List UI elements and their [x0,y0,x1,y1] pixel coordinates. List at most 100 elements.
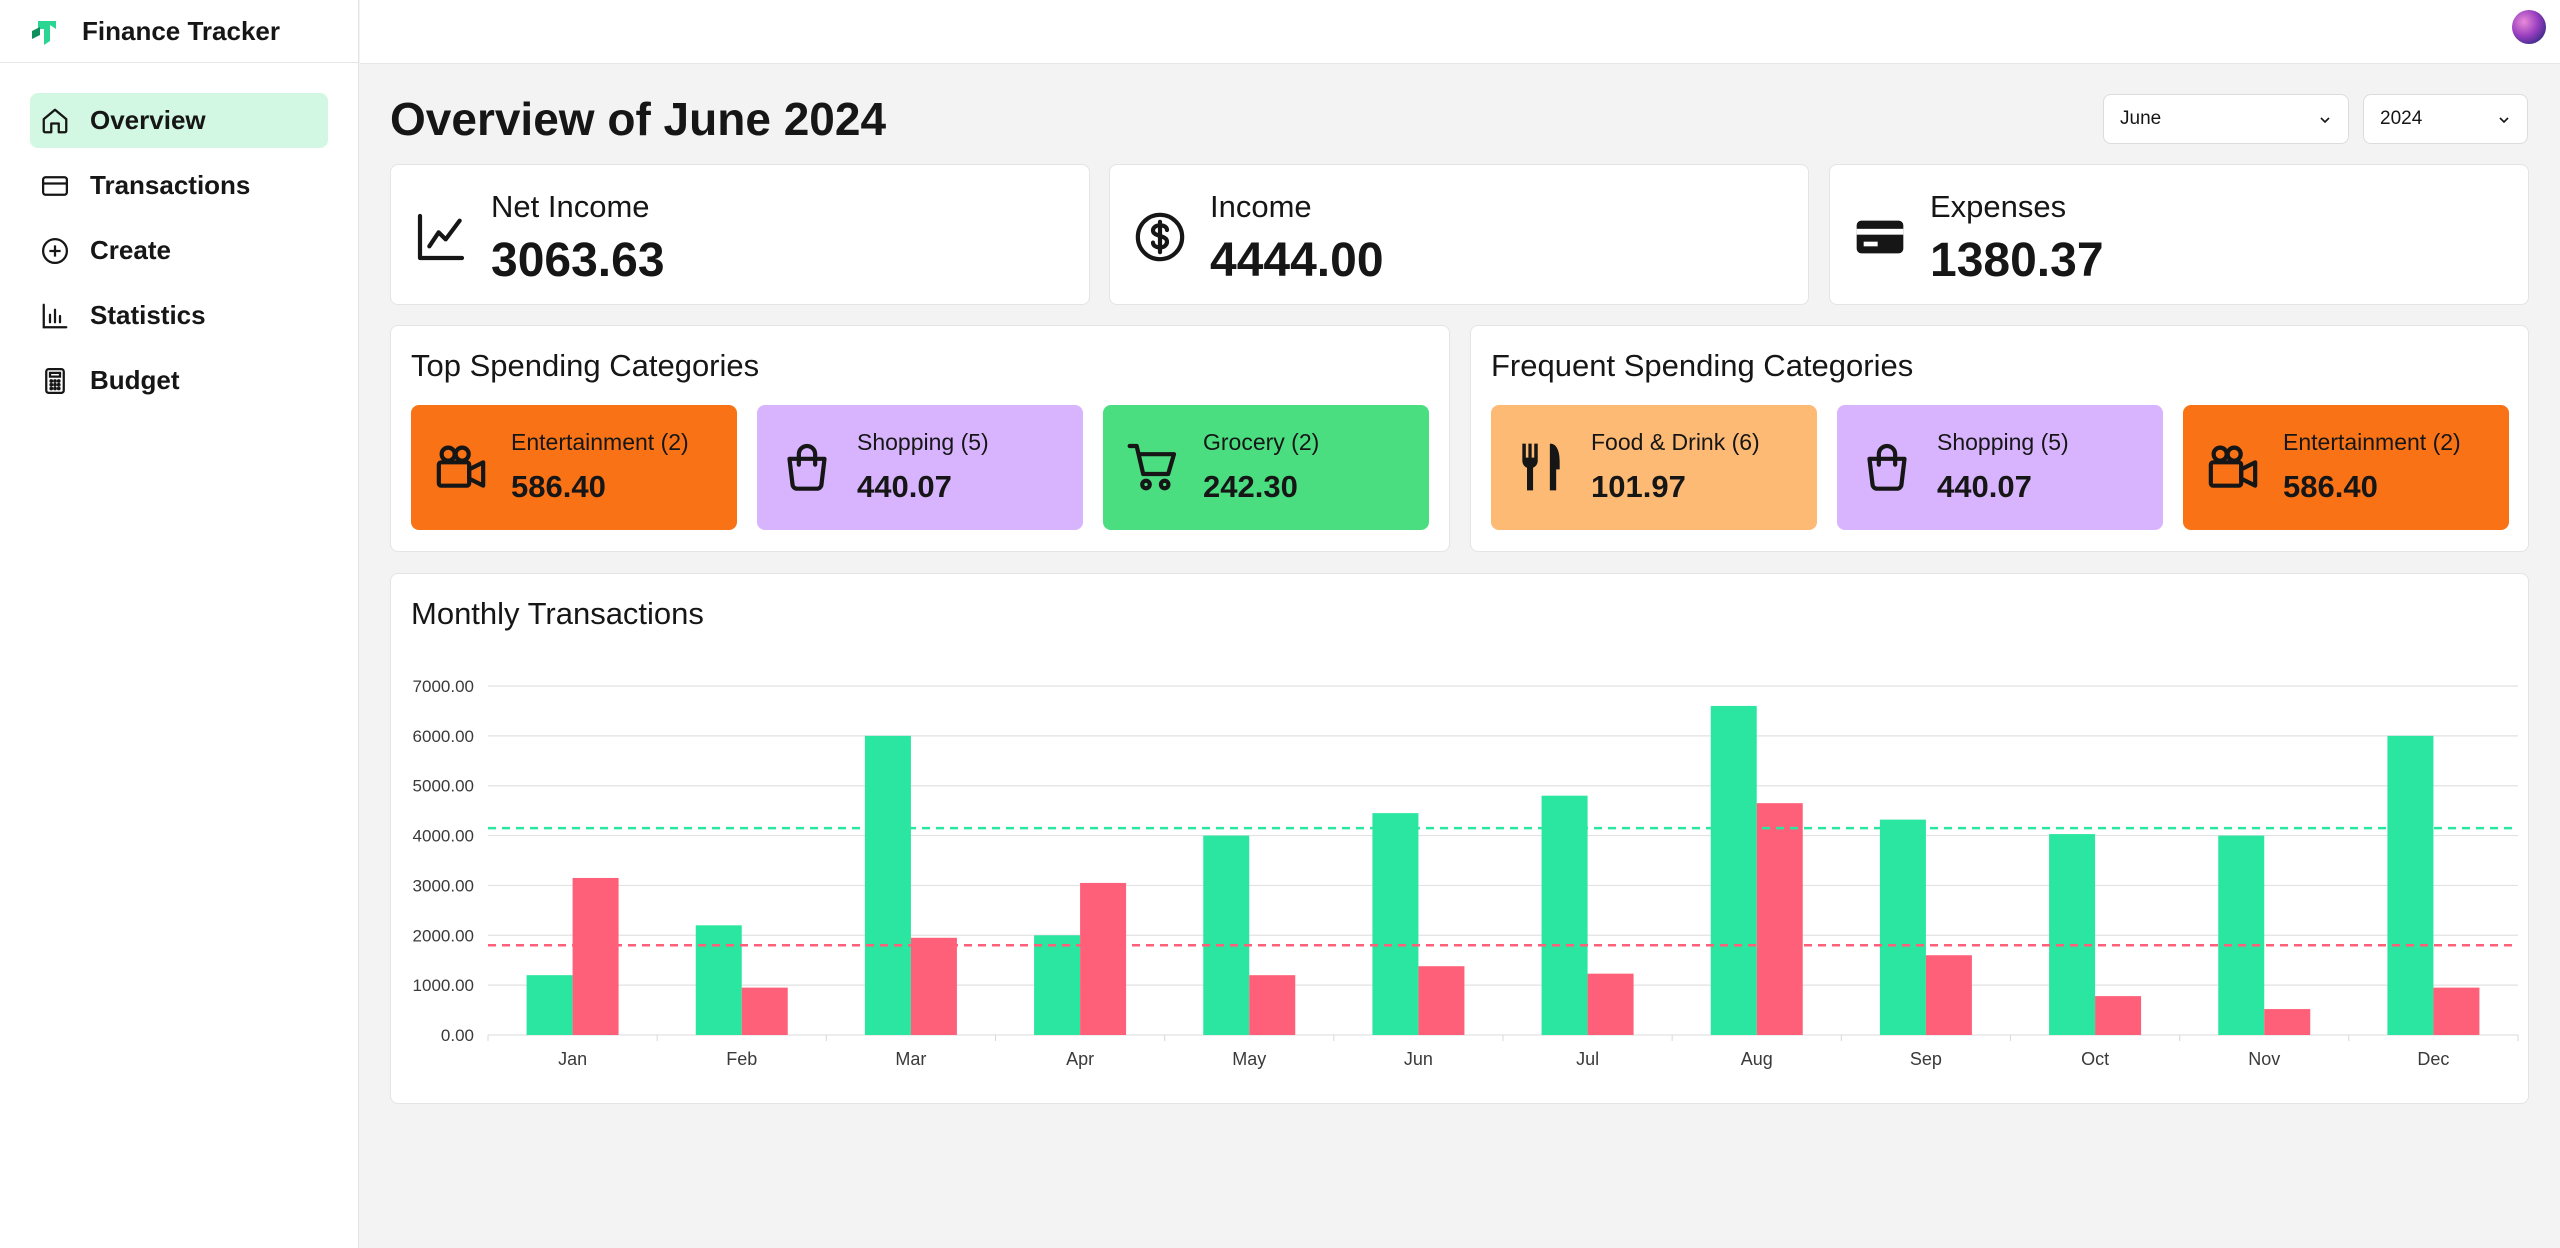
x-tick-label: Aug [1741,1049,1773,1069]
category-value: 440.07 [1937,469,2032,504]
income-bar [695,925,742,1035]
expense-bar [572,877,619,1035]
month-select-value: June [2120,108,2162,129]
income-bar [1372,813,1419,1035]
x-tick-label: Sep [1910,1049,1942,1069]
category-value: 586.40 [511,469,606,504]
income-bar [1879,819,1926,1035]
calculator-icon [45,367,65,394]
avatar[interactable] [2512,10,2546,44]
stat-label: Net Income [491,189,650,224]
y-tick-label: 1000.00 [413,976,474,995]
sidebar-nav: Overview Transactions Create Statistics … [0,63,358,408]
dollar-circle-icon [1135,212,1185,262]
x-tick-label: Apr [1066,1049,1094,1069]
bar-chart-icon [42,303,68,328]
category-label: Food & Drink (6) [1591,429,1760,455]
x-tick-label: Jul [1576,1049,1599,1069]
net-income-card: Net Income 3063.63 [390,164,1090,305]
x-tick-label: Nov [2248,1049,2280,1069]
brand[interactable]: Finance Tracker [0,0,358,63]
sidebar-item-budget[interactable]: Budget [30,353,328,408]
x-tick-label: Feb [726,1049,757,1069]
income-bar [526,975,573,1035]
x-tick-label: Jun [1404,1049,1433,1069]
sidebar: Finance Tracker Overview Transactions Cr… [0,0,359,1248]
category-label: Entertainment (2) [2283,429,2461,455]
sidebar-item-label: Statistics [90,300,206,330]
app-name: Finance Tracker [82,15,280,46]
category-tile[interactable]: Entertainment (2) 586.40 [411,405,737,530]
category-label: Entertainment (2) [511,429,689,455]
sidebar-item-label: Overview [90,105,206,135]
video-camera-icon [2208,445,2258,488]
x-tick-label: May [1232,1049,1266,1069]
expense-bar [1925,955,1972,1035]
y-tick-label: 4000.00 [413,827,474,846]
expense-bar [1249,975,1296,1035]
sidebar-item-overview[interactable]: Overview [30,93,328,148]
expense-bar [1756,803,1803,1035]
stat-value: 4444.00 [1210,234,1384,287]
y-tick-label: 7000.00 [413,677,474,696]
category-value: 242.30 [1203,469,1298,504]
expense-bar [2095,996,2142,1035]
sidebar-item-statistics[interactable]: Statistics [30,288,328,343]
y-tick-label: 2000.00 [413,926,474,945]
expense-bar [741,987,788,1035]
page-title: Overview of June 2024 [390,93,887,145]
credit-card-icon [42,175,68,196]
expenses-card: Expenses 1380.37 [1829,164,2529,305]
chevron-down-icon [2499,117,2509,124]
sidebar-item-label: Transactions [90,170,251,200]
sidebar-item-label: Budget [90,365,180,395]
category-tile[interactable]: Grocery (2) 242.30 [1103,405,1429,530]
plus-circle-icon [42,237,68,264]
topbar [360,0,2560,64]
credit-card-icon [1856,220,1904,254]
year-select[interactable]: 2024 [2363,94,2528,144]
income-bar [1541,795,1588,1035]
income-bar [2049,834,2096,1035]
income-bar [1203,835,1250,1035]
expense-bar [1587,973,1634,1035]
category-value: 101.97 [1591,469,1686,504]
category-value: 440.07 [857,469,952,504]
x-tick-label: Mar [895,1049,926,1069]
stat-label: Expenses [1930,189,2067,224]
category-label: Grocery (2) [1203,429,1320,455]
top-spending-card: Top Spending Categories Entertainment (2… [390,325,1450,552]
y-tick-label: 0.00 [441,1026,474,1045]
month-select[interactable]: June [2103,94,2349,144]
income-card: Income 4444.00 [1109,164,1809,305]
logo-icon [32,21,56,45]
expense-bar [1418,966,1465,1035]
shopping-bag-icon [787,443,827,491]
category-tile[interactable]: Food & Drink (6) 101.97 [1491,405,1817,530]
category-tile[interactable]: Shopping (5) 440.07 [1837,405,2163,530]
y-tick-label: 5000.00 [413,777,474,796]
income-bar [2387,735,2434,1035]
stat-label: Income [1210,189,1312,224]
category-tile[interactable]: Entertainment (2) 586.40 [2183,405,2509,530]
monthly-transactions-chart: 0.00 1000.00 2000.00 3000.00 4000.00 5000.00 6… [413,677,2519,1069]
fork-knife-icon [1522,443,1560,491]
x-tick-label: Oct [2081,1049,2109,1069]
sidebar-item-transactions[interactable]: Transactions [30,158,328,213]
income-bar [864,735,911,1035]
income-bar [2218,835,2265,1035]
expense-bar [2433,987,2480,1035]
category-label: Shopping (5) [857,429,989,455]
expense-bar [2264,1009,2311,1035]
shopping-bag-icon [1867,443,1907,491]
sidebar-item-create[interactable]: Create [30,223,328,278]
stat-value: 3063.63 [491,234,665,287]
x-tick-label: Jan [558,1049,587,1069]
section-title: Top Spending Categories [411,348,760,383]
expense-bar [1080,882,1127,1035]
category-tile[interactable]: Shopping (5) 440.07 [757,405,1083,530]
category-label: Shopping (5) [1937,429,2069,455]
stat-value: 1380.37 [1930,234,2104,287]
y-tick-label: 3000.00 [413,876,474,895]
monthly-transactions-card: Monthly Transactions 0.00 1000.00 2000.00 3… [390,573,2529,1104]
